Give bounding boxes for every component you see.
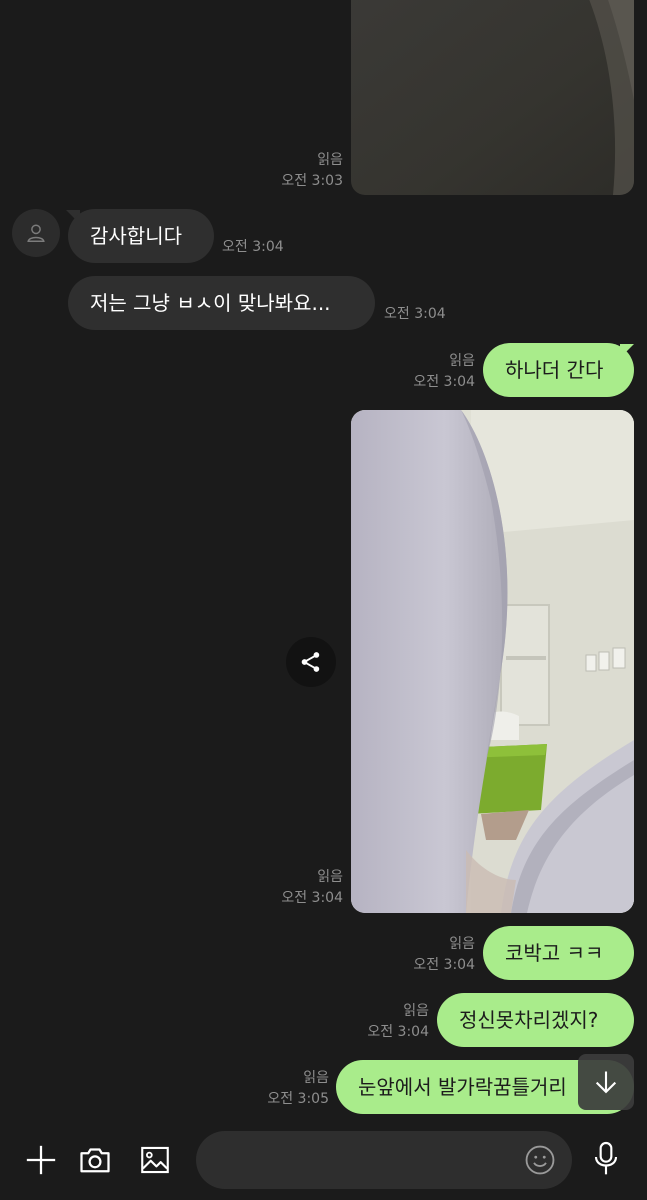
- message-meta: 읽음 오전 3:05: [254, 1068, 329, 1110]
- read-status: 읽음: [403, 1003, 429, 1019]
- camera-icon: [80, 1148, 110, 1173]
- arrow-down-icon: [595, 1071, 617, 1094]
- message-time: 오전 3:04: [222, 239, 284, 255]
- photo-message[interactable]: [351, 0, 634, 195]
- read-status: 읽음: [317, 869, 343, 885]
- message-time: 오전 3:04: [384, 306, 446, 322]
- message-time: 오전 3:04: [413, 374, 475, 390]
- message-meta: 읽음 오전 3:04: [400, 934, 475, 976]
- message-time: 오전 3:04: [281, 890, 343, 906]
- message-meta: 읽음 오전 3:04: [400, 351, 475, 393]
- message-time: 오전 3:05: [267, 1091, 329, 1107]
- photo-message[interactable]: [351, 410, 634, 913]
- add-button[interactable]: [20, 1139, 62, 1181]
- message-meta: 읽음 오전 3:04: [270, 867, 343, 909]
- read-status: 읽음: [449, 936, 475, 952]
- voice-button[interactable]: [586, 1138, 626, 1180]
- image-icon: [141, 1146, 169, 1174]
- person-icon: [27, 224, 45, 242]
- share-button[interactable]: [286, 637, 336, 687]
- message-bubble[interactable]: 정신못차리겠지?: [437, 993, 634, 1047]
- dim-gray-photo: [351, 0, 634, 195]
- plus-icon: [26, 1145, 56, 1175]
- emoji-button[interactable]: [522, 1142, 558, 1178]
- message-bubble[interactable]: 코박고 ㅋㅋ: [483, 926, 634, 980]
- message-bubble[interactable]: 하나더 간다: [483, 343, 634, 397]
- message-composer[interactable]: [196, 1131, 572, 1189]
- chat-area[interactable]: 읽음 오전 3:03 감사합니다 오전 3:04 저는 그냥 ㅂㅅ이 맞나봐요.…: [0, 0, 647, 1122]
- microphone-icon: [594, 1141, 618, 1175]
- gallery-button[interactable]: [134, 1139, 176, 1181]
- message-time: 오전 3:04: [367, 1024, 429, 1040]
- message-time: 오전 3:04: [413, 957, 475, 973]
- message-time: 오전 3:03: [281, 173, 343, 189]
- scroll-to-bottom-button[interactable]: [578, 1054, 634, 1110]
- read-status: 읽음: [317, 152, 343, 168]
- message-bubble[interactable]: 저는 그냥 ㅂㅅ이 맞나봐요...: [68, 276, 375, 330]
- message-bubble[interactable]: 감사합니다: [68, 209, 214, 263]
- sock-foot-room-photo: [351, 410, 634, 913]
- camera-button[interactable]: [74, 1139, 116, 1181]
- read-status: 읽음: [449, 353, 475, 369]
- read-status: 읽음: [303, 1070, 329, 1086]
- message-input[interactable]: [216, 1131, 516, 1189]
- share-icon: [301, 652, 320, 672]
- message-meta: 읽음 오전 3:03: [270, 150, 343, 192]
- message-meta: 읽음 오전 3:04: [354, 1001, 429, 1043]
- avatar[interactable]: [12, 209, 60, 257]
- emoji-icon: [525, 1145, 555, 1175]
